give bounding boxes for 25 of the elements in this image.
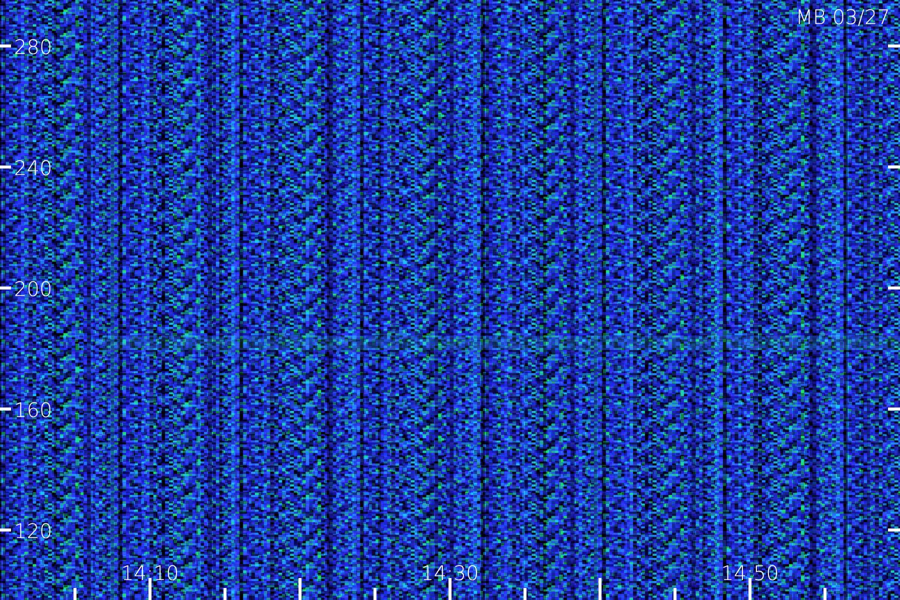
tick-mark [888,166,900,168]
frequency-label: 160 [14,398,52,422]
tick-mark [0,166,11,168]
tick-mark [0,408,11,410]
tick-mark [0,286,11,290]
tick-mark [74,588,76,600]
tick-mark [224,588,226,600]
tick-mark [298,578,302,600]
tick-mark [374,588,376,600]
tick-mark [598,578,602,600]
tick-mark [888,44,900,48]
frequency-label: 240 [14,156,52,180]
time-label: 14:50 [721,561,779,585]
tick-mark [674,588,676,600]
plot-label: MB 03/27 [796,5,890,29]
time-label: 14:30 [421,561,479,585]
tick-mark [824,588,826,600]
tick-mark [888,528,900,532]
tick-mark [0,44,11,48]
tick-mark [524,588,526,600]
tick-mark [888,408,900,410]
tick-mark [888,286,900,290]
frequency-label: 280 [14,35,52,59]
tick-mark [0,528,11,532]
frequency-label: 120 [14,519,52,543]
